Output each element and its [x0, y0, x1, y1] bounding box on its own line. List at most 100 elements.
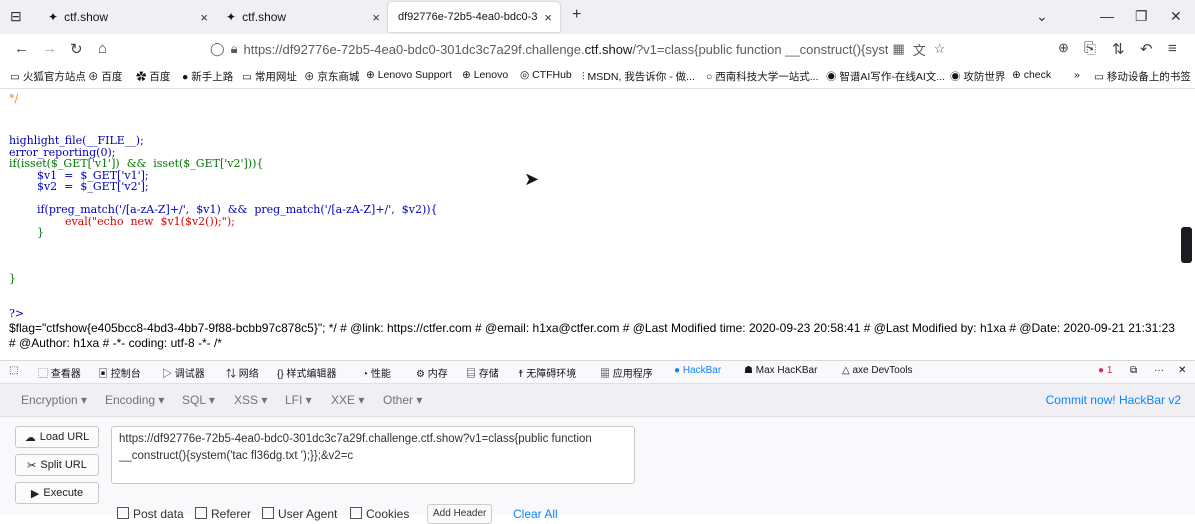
load-url-button[interactable]: ☁ Load URL — [15, 426, 99, 448]
restore-icon[interactable]: ❐ — [1135, 8, 1148, 25]
tab-inspector[interactable]: ⬚ 查看器 — [38, 365, 81, 380]
menu-encoding[interactable]: Encoding ▾ — [105, 393, 164, 407]
add-header-button[interactable]: Add Header — [427, 504, 493, 524]
tab-max-hackbar[interactable]: ☗ Max HacKBar — [744, 365, 817, 376]
url-host: ctf.show — [584, 41, 633, 57]
pick-element-icon[interactable]: ⬚ — [9, 365, 18, 376]
home-icon[interactable]: ⌂ — [98, 40, 107, 57]
tab-list-icon[interactable]: ⊟ — [10, 8, 22, 25]
account-icon[interactable]: ⊕ — [1058, 40, 1069, 56]
referer-checkbox[interactable]: Referer — [195, 507, 251, 521]
dock-icon[interactable]: ⧉ — [1130, 365, 1137, 376]
tab-bar: ⊟ ✦ ctf.show × ✦ ctf.show × df92776e-72b… — [0, 0, 1195, 34]
url-prefix: https://df92776e-72b5-4ea0-bdc0-301dc3c7… — [243, 41, 585, 57]
url-bar[interactable]: ◯ 🔒︎ https://df92776e-72b5-4ea0-bdc0-301… — [210, 37, 950, 61]
tab-hackbar[interactable]: ● HackBar — [674, 365, 721, 376]
bookmark-item[interactable]: ● 新手上路 — [182, 69, 233, 84]
chevron-down-icon[interactable]: ⌄ — [1036, 8, 1048, 25]
code-comment-end: */ — [9, 92, 19, 105]
tab-1[interactable]: ✦ ctf.show × — [38, 2, 216, 32]
tab-label: df92776e-72b5-4ea0-bdc0-301d — [398, 11, 538, 23]
tab-application[interactable]: ▦ 应用程序 — [600, 365, 653, 380]
bookmark-item[interactable]: ○ 西南科技大学一站式... — [706, 69, 819, 84]
bookmark-item[interactable]: ⊕ check — [1012, 69, 1051, 81]
tab-memory[interactable]: ⚙ 内存 — [416, 365, 448, 380]
bookmark-item[interactable]: ◎ CTFHub — [520, 69, 572, 81]
scissors-icon: ✂ — [27, 459, 37, 472]
more-bookmarks-icon[interactable]: » — [1074, 69, 1080, 81]
bookmark-item[interactable]: ◉ 智谱AI写作-在线AI文... — [826, 69, 945, 84]
translate-icon[interactable]: 文 — [913, 40, 926, 59]
nav-bar: ← → ↻ ⌂ ◯ 🔒︎ https://df92776e-72b5-4ea0-… — [0, 34, 1195, 64]
commit-link[interactable]: Commit now! HackBar v2 — [1046, 393, 1181, 407]
minimize-icon[interactable]: — — [1100, 8, 1114, 24]
qr-code-icon[interactable]: ▦ — [892, 41, 904, 57]
bookmark-item[interactable]: ⊕ Lenovo — [462, 69, 508, 81]
tab-debugger[interactable]: ▷ 调试器 — [162, 365, 205, 380]
bookmark-item[interactable]: ⊕ 百度 — [88, 69, 122, 84]
tab-label: ctf.show — [242, 10, 287, 24]
tab-label: ctf.show — [64, 10, 109, 24]
forward-icon[interactable]: → — [42, 40, 57, 57]
cookies-checkbox[interactable]: Cookies — [350, 507, 409, 521]
bookmark-item[interactable]: ◉ 攻防世界 — [950, 69, 1005, 84]
menu-lfi[interactable]: LFI ▾ — [285, 393, 312, 407]
ctfshow-favicon-icon: ✦ — [226, 10, 237, 24]
close-window-icon[interactable]: ✕ — [1170, 8, 1182, 25]
bookmark-item[interactable]: ⫶ MSDN, 我告诉你 - 做... — [582, 69, 695, 84]
tab-style-editor[interactable]: {} 样式编辑器 — [277, 365, 336, 380]
bookmark-item[interactable]: ⊕ Lenovo Support — [366, 69, 452, 81]
mouse-cursor-icon: ➤ — [524, 169, 540, 189]
hackbar-url-textarea[interactable]: https://df92776e-72b5-4ea0-bdc0-301dc3c7… — [111, 426, 635, 484]
flag-output: $flag="ctfshow{e405bcc8-4bd3-4bb7-9f88-b… — [9, 321, 1175, 350]
extensions-icon[interactable]: ⎘ — [1084, 40, 1096, 57]
user-agent-checkbox[interactable]: User Agent — [262, 507, 337, 521]
reload-icon[interactable]: ↻ — [70, 40, 83, 58]
url-rest: /?v1=class{public function __construct()… — [632, 41, 889, 57]
tab-storage[interactable]: ▤ 存储 — [466, 365, 499, 380]
lock-icon[interactable]: 🔒︎ — [231, 41, 238, 57]
close-icon[interactable]: × — [544, 10, 552, 25]
error-count-badge[interactable]: ● 1 — [1098, 365, 1112, 376]
menu-encryption[interactable]: Encryption ▾ — [21, 393, 87, 407]
bookmark-item[interactable]: ▭ 移动设备上的书签 — [1094, 69, 1191, 84]
tab-2[interactable]: ✦ ctf.show × — [216, 2, 388, 32]
menu-sql[interactable]: SQL ▾ — [182, 393, 215, 407]
code-close-tag: ?> — [9, 306, 25, 320]
tab-axe-devtools[interactable]: △ axe DevTools — [842, 365, 913, 376]
post-data-checkbox[interactable]: Post data — [117, 507, 184, 521]
scrollbar-thumb[interactable] — [1181, 227, 1192, 263]
hackbar-menu: Encryption ▾ Encoding ▾ SQL ▾ XSS ▾ LFI … — [0, 384, 1195, 417]
reply-icon[interactable]: ↶ — [1140, 40, 1153, 58]
devtools-panel: ⬚ ⬚ 查看器 ▣ 控制台 ▷ 调试器 ⇅ 网络 {} 样式编辑器 ◔ 性能 ⚙… — [0, 360, 1195, 524]
star-icon[interactable]: ☆ — [934, 41, 946, 57]
tab-performance[interactable]: ◔ 性能 — [362, 365, 391, 380]
menu-other[interactable]: Other ▾ — [383, 393, 422, 407]
back-icon[interactable]: ← — [14, 40, 29, 57]
close-icon[interactable]: × — [372, 10, 380, 25]
menu-xss[interactable]: XSS ▾ — [234, 393, 267, 407]
code-line: } — [9, 226, 44, 239]
code-line: } — [9, 272, 16, 285]
menu-icon[interactable]: ≡ — [1168, 40, 1177, 57]
tab-3-active[interactable]: df92776e-72b5-4ea0-bdc0-301d × — [388, 2, 560, 32]
bookmarks-bar: ▭ 火狐官方站点 ⊕ 百度 ✿ 百度 ● 新手上路 ▭ 常用网址 ⊕ 京东商城 … — [0, 64, 1195, 89]
tab-accessibility[interactable]: ☨ 无障碍环境 — [518, 365, 576, 380]
split-url-button[interactable]: ✂ Split URL — [15, 454, 99, 476]
execute-button[interactable]: ▶ Execute — [15, 482, 99, 504]
bookmark-item[interactable]: ▭ 火狐官方站点 — [10, 69, 86, 84]
tab-console[interactable]: ▣ 控制台 — [98, 365, 141, 380]
close-icon[interactable]: × — [200, 10, 208, 25]
new-tab-button[interactable]: + — [572, 6, 581, 24]
more-icon[interactable]: ··· — [1154, 365, 1164, 376]
clear-all-link[interactable]: Clear All — [513, 507, 558, 521]
bookmark-item[interactable]: ▭ 常用网址 — [242, 69, 297, 84]
shield-icon[interactable]: ◯ — [210, 41, 225, 57]
bookmark-item[interactable]: ✿ 百度 — [136, 69, 170, 84]
menu-xxe[interactable]: XXE ▾ — [331, 393, 364, 407]
tab-network[interactable]: ⇅ 网络 — [226, 365, 259, 380]
close-devtools-icon[interactable]: ✕ — [1178, 365, 1186, 376]
bookmark-item[interactable]: ⊕ 京东商城 — [304, 69, 359, 84]
hackbar-toolbar-icon[interactable]: ⇅ — [1112, 40, 1125, 58]
url-text[interactable]: https://df92776e-72b5-4ea0-bdc0-301dc3c7… — [243, 42, 888, 57]
